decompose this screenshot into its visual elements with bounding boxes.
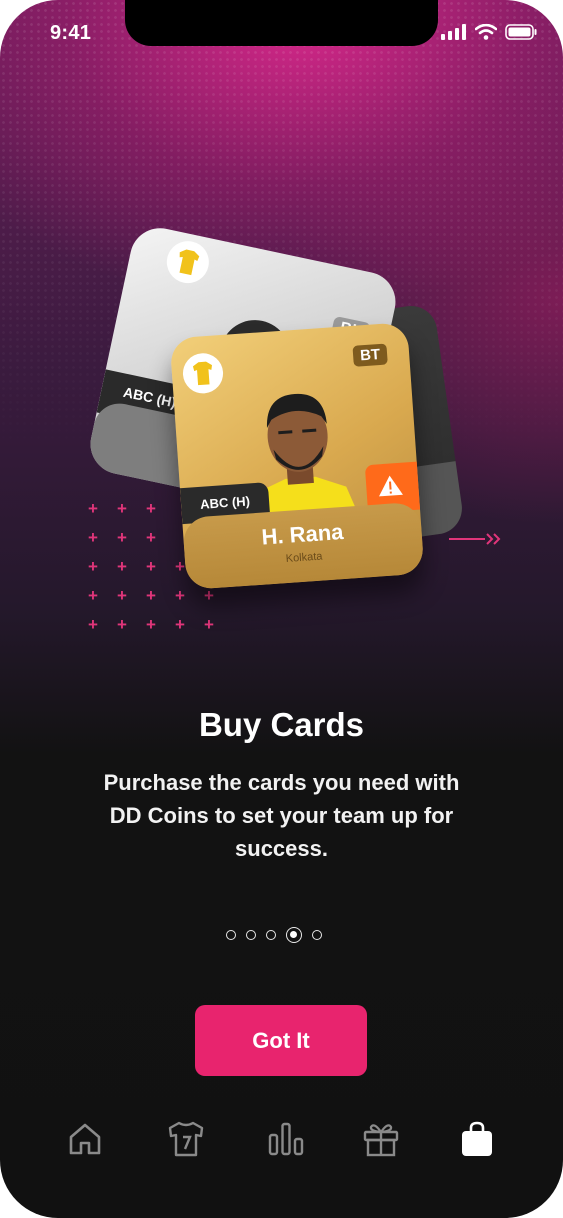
plus-mark: + <box>175 557 185 576</box>
plus-mark: + <box>117 528 127 547</box>
page-indicator <box>226 927 322 943</box>
plus-mark: + <box>146 528 156 547</box>
jersey-icon <box>182 353 224 394</box>
plus-mark: + <box>88 499 98 518</box>
stats-icon <box>268 1122 304 1156</box>
plus-mark: + <box>204 586 214 605</box>
player-card: BT ABC (H) H. Rana Kolkata <box>169 322 425 590</box>
tab-team[interactable] <box>159 1112 213 1166</box>
card-nameplate: H. Rana Kolkata <box>182 501 425 590</box>
page-dot[interactable] <box>266 930 276 940</box>
plus-mark: + <box>88 528 98 547</box>
plus-mark: + <box>88 557 98 576</box>
phone-screen: 9:41 +++++++++++++++++++++ <box>0 0 563 1218</box>
status-time: 9:41 <box>50 22 92 44</box>
home-icon <box>69 1123 101 1155</box>
jersey-icon <box>168 1121 204 1157</box>
onboarding-description: Purchase the cards you need with DD Coin… <box>103 770 460 861</box>
signal-icon <box>441 24 466 40</box>
tab-shop[interactable] <box>450 1112 504 1166</box>
page-dot[interactable] <box>312 930 322 940</box>
shopping-bag-icon <box>462 1121 492 1156</box>
tab-stats[interactable] <box>259 1112 313 1166</box>
plus-mark: + <box>175 615 185 634</box>
gift-icon <box>363 1124 399 1157</box>
battery-icon <box>505 24 537 40</box>
page-dot[interactable] <box>226 930 236 940</box>
plus-mark: + <box>146 557 156 576</box>
page-dot-active[interactable] <box>286 927 302 943</box>
got-it-button[interactable]: Got It <box>195 1005 367 1076</box>
plus-mark: + <box>88 586 98 605</box>
card-role-badge: BT <box>352 343 388 367</box>
page-dot[interactable] <box>246 930 256 940</box>
tab-bar <box>0 1112 563 1166</box>
plus-mark: + <box>146 586 156 605</box>
plus-mark: + <box>117 615 127 634</box>
tab-home[interactable] <box>58 1112 112 1166</box>
onboarding-title: Buy Cards <box>198 706 365 743</box>
plus-mark: + <box>88 615 98 634</box>
jersey-icon <box>166 241 209 284</box>
status-icons <box>441 24 537 40</box>
notch <box>125 0 438 46</box>
arrow-decoration <box>449 533 501 545</box>
plus-mark: + <box>204 615 214 634</box>
plus-mark: + <box>117 499 127 518</box>
plus-mark: + <box>175 586 185 605</box>
plus-mark: + <box>146 615 156 634</box>
wifi-icon <box>475 24 497 40</box>
tab-rewards[interactable] <box>354 1112 408 1166</box>
plus-mark: + <box>117 586 127 605</box>
plus-mark: + <box>146 499 156 518</box>
plus-mark: + <box>117 557 127 576</box>
